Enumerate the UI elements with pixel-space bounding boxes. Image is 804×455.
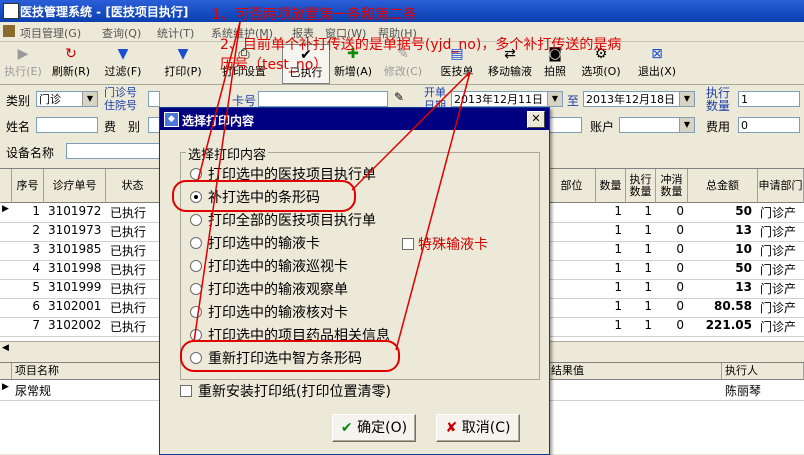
arrow-note2-to-option9	[395, 71, 471, 351]
arrow-note1-to-option2	[197, 21, 241, 181]
arrow-note1-to-option9	[193, 21, 241, 343]
arrow-note2-to-option2	[351, 71, 471, 191]
annotation-arrows	[193, 21, 471, 351]
